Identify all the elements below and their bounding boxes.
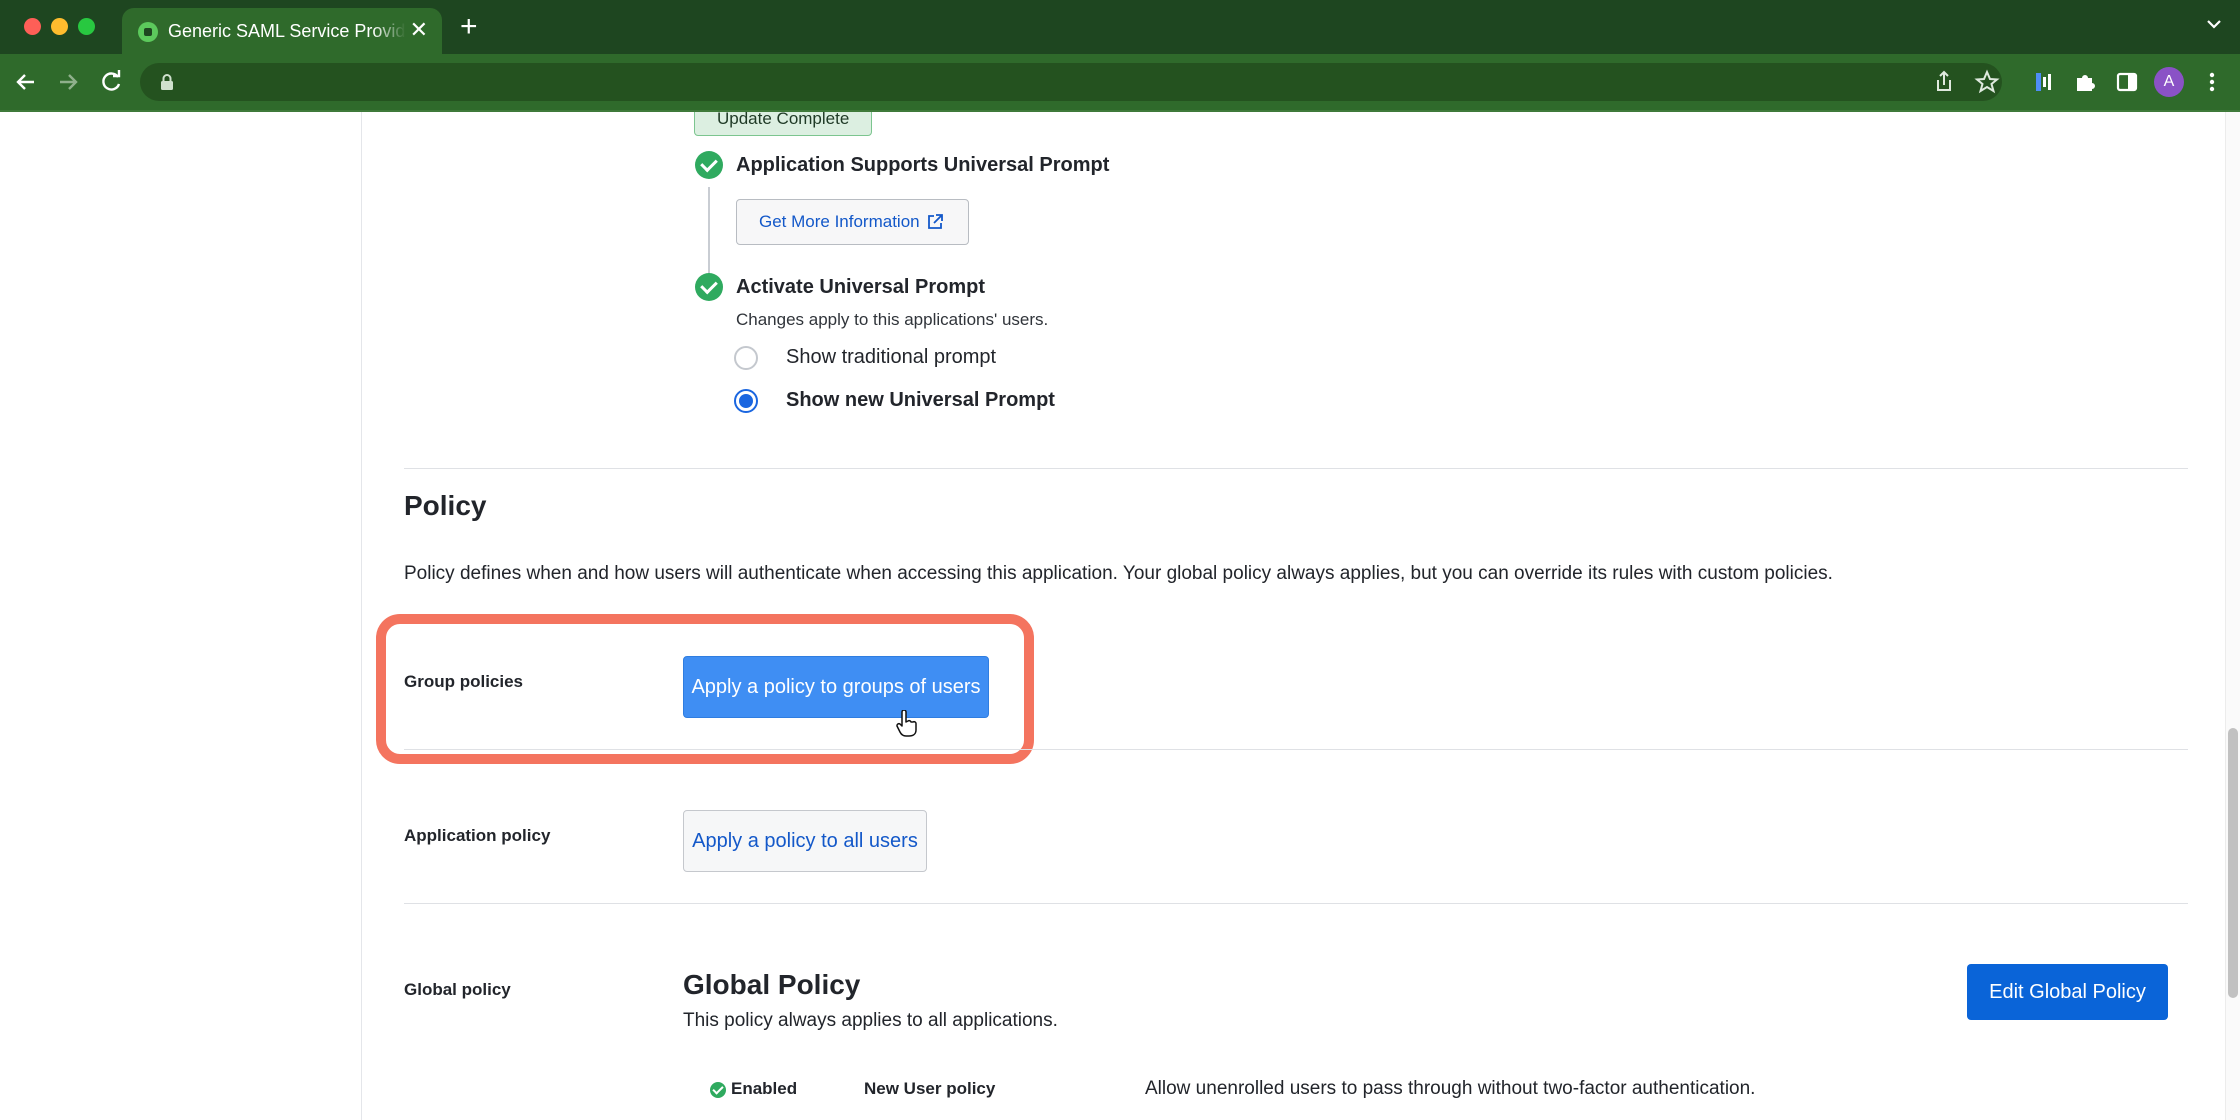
star-icon[interactable] xyxy=(1973,68,2001,96)
row-divider xyxy=(404,749,2188,750)
edit-global-policy-button[interactable]: Edit Global Policy xyxy=(1967,964,2168,1020)
global-policy-title: Global Policy xyxy=(683,969,861,1000)
scrollbar-thumb[interactable] xyxy=(2228,728,2238,998)
application-policy-label: Application policy xyxy=(404,826,551,845)
check-circle-icon xyxy=(710,1082,726,1098)
policy-section-description: Policy defines when and how users will a… xyxy=(404,563,1833,584)
site-favicon-icon xyxy=(138,22,158,42)
row-divider xyxy=(404,903,2188,904)
reload-icon[interactable] xyxy=(97,68,125,96)
radio-show-traditional-prompt[interactable] xyxy=(734,346,758,370)
browser-toolbar: A xyxy=(0,54,2240,112)
check-circle-icon xyxy=(695,151,723,179)
radio-label-traditional[interactable]: Show traditional prompt xyxy=(786,346,996,369)
policy-section-title: Policy xyxy=(404,490,487,521)
update-complete-badge: Update Complete xyxy=(694,112,873,136)
policy-rule-name: New User policy xyxy=(864,1079,996,1098)
check-circle-icon xyxy=(695,273,723,301)
get-more-information-label: Get More Information xyxy=(759,212,920,231)
back-arrow-icon[interactable] xyxy=(12,68,40,96)
sidebar-icon[interactable] xyxy=(2113,68,2141,96)
extension-icon[interactable] xyxy=(2030,68,2058,96)
share-icon[interactable] xyxy=(1930,68,1958,96)
address-bar[interactable] xyxy=(140,63,2002,101)
new-tab-button[interactable]: + xyxy=(460,12,478,42)
lock-icon[interactable] xyxy=(160,73,174,91)
radio-label-universal[interactable]: Show new Universal Prompt xyxy=(786,389,1055,412)
get-more-information-button[interactable]: Get More Information xyxy=(736,199,969,245)
global-policy-description: This policy always applies to all applic… xyxy=(683,1010,1058,1031)
window-zoom-button[interactable] xyxy=(78,18,95,35)
step-connector-line xyxy=(708,187,710,282)
content-left-border xyxy=(361,112,362,1120)
window-close-button[interactable] xyxy=(24,18,41,35)
radio-show-universal-prompt[interactable] xyxy=(734,389,758,413)
vertical-scrollbar[interactable] xyxy=(2225,112,2240,1120)
browser-tab-bar: Generic SAML Service Provider ✕ + xyxy=(0,0,2240,54)
activate-universal-prompt-description: Changes apply to this applications' user… xyxy=(736,310,1049,329)
forward-arrow-icon[interactable] xyxy=(54,68,82,96)
highlight-annotation xyxy=(376,614,1034,764)
section-divider xyxy=(404,468,2188,469)
puzzle-icon[interactable] xyxy=(2071,68,2099,96)
external-link-icon xyxy=(928,214,943,229)
tab-list-chevron-icon[interactable] xyxy=(2204,14,2224,34)
cursor-hand-icon xyxy=(896,710,917,737)
menu-dots-icon[interactable] xyxy=(2198,68,2226,96)
page-viewport: Update Complete Application Supports Uni… xyxy=(0,112,2240,1120)
profile-avatar[interactable]: A xyxy=(2154,67,2184,97)
global-policy-label: Global policy xyxy=(404,980,511,999)
policy-rule-value: Allow unenrolled users to pass through w… xyxy=(1145,1078,1756,1099)
window-minimize-button[interactable] xyxy=(51,18,68,35)
policy-rule-status: Enabled xyxy=(731,1079,798,1098)
browser-tab-active[interactable]: Generic SAML Service Provider ✕ xyxy=(122,8,442,54)
tab-close-icon[interactable]: ✕ xyxy=(410,18,428,42)
supports-universal-prompt-title: Application Supports Universal Prompt xyxy=(736,154,1110,176)
apply-application-policy-button[interactable]: Apply a policy to all users xyxy=(683,810,927,872)
tab-title: Generic SAML Service Provider xyxy=(168,21,406,41)
activate-universal-prompt-title: Activate Universal Prompt xyxy=(736,276,985,298)
